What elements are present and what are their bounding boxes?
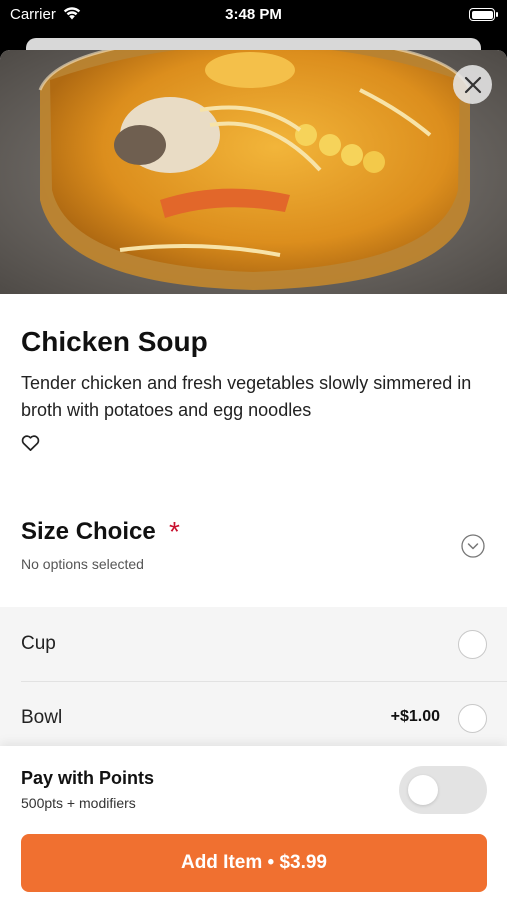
heart-icon[interactable]: [21, 434, 40, 452]
soup-bowl-image: [0, 50, 507, 294]
size-option-cup[interactable]: Cup: [0, 607, 507, 681]
size-choice-heading: Size Choice: [21, 518, 156, 545]
checkout-footer: Pay with Points 500pts + modifiers Add I…: [0, 746, 507, 900]
size-options-list: Cup Bowl +$1.00: [0, 607, 507, 755]
pay-with-points-toggle[interactable]: [399, 766, 487, 814]
option-label: Cup: [21, 633, 56, 654]
item-detail-sheet: Chicken Soup Tender chicken and fresh ve…: [0, 50, 507, 900]
status-bar: Carrier 3:48 PM: [0, 0, 507, 30]
clock: 3:48 PM: [225, 6, 282, 23]
size-option-bowl[interactable]: Bowl +$1.00: [0, 681, 507, 755]
radio-button[interactable]: [458, 704, 487, 733]
radio-button[interactable]: [458, 630, 487, 659]
toggle-knob: [408, 775, 438, 805]
close-button[interactable]: [453, 65, 492, 104]
points-subtitle: 500pts + modifiers: [21, 795, 136, 811]
add-item-button[interactable]: Add Item • $3.99: [21, 834, 487, 892]
pay-with-points-title: Pay with Points: [21, 768, 155, 788]
option-price: +$1.00: [390, 708, 440, 725]
item-description: Tender chicken and fresh vegetables slow…: [21, 373, 472, 420]
item-title: Chicken Soup: [21, 326, 208, 357]
item-photo: [0, 50, 507, 294]
required-marker: *: [169, 516, 180, 547]
chevron-down-icon[interactable]: [461, 534, 485, 558]
option-label: Bowl: [21, 707, 63, 728]
battery-icon: [469, 8, 498, 21]
size-choice-status: No options selected: [21, 556, 144, 572]
close-icon: [464, 76, 481, 93]
